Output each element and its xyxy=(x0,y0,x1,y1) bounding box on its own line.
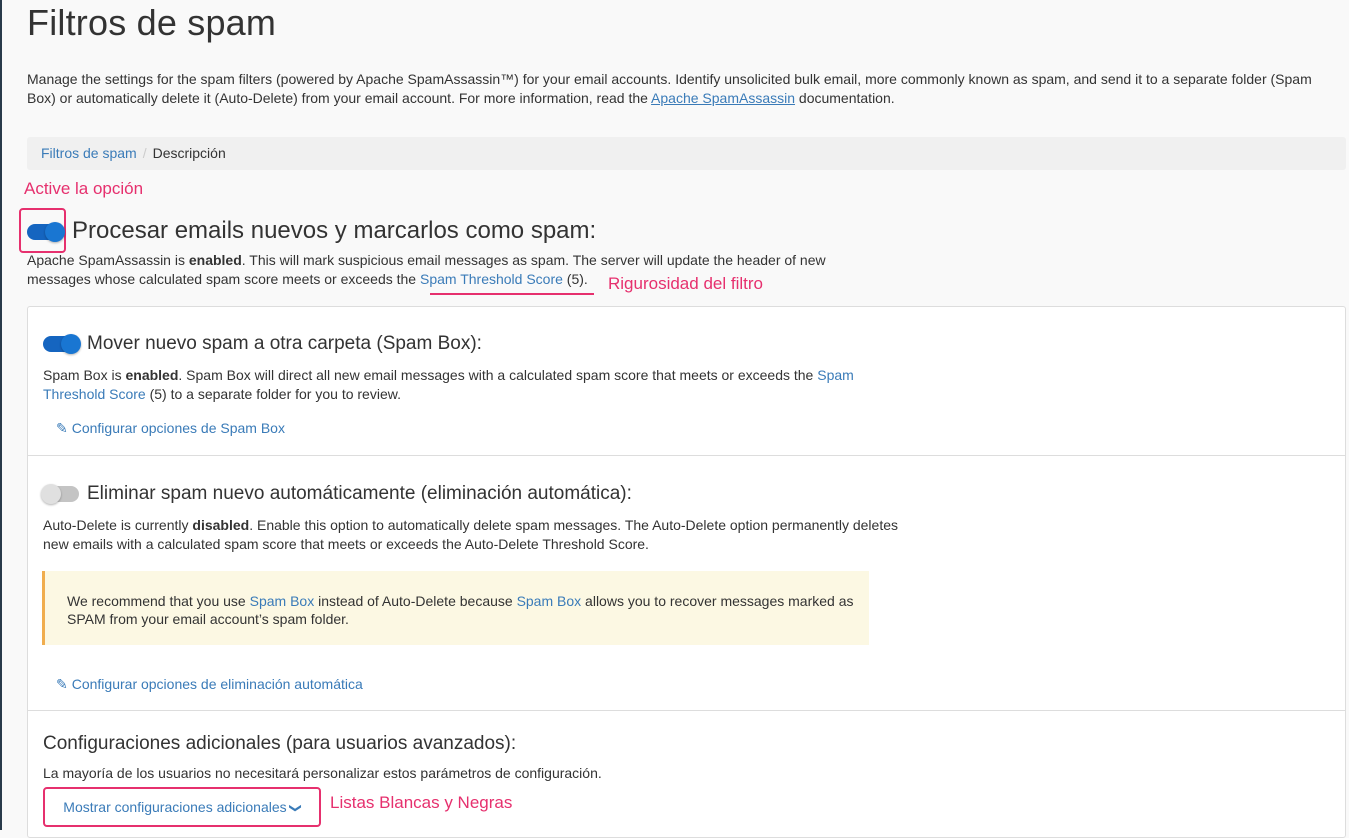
spamassassin-doc-link[interactable]: Apache SpamAssassin xyxy=(651,90,795,106)
annotation-strictness: Rigurosidad del filtro xyxy=(608,274,763,293)
process-spam-toggle[interactable] xyxy=(27,222,65,242)
breadcrumb-current: Descripción xyxy=(152,145,226,161)
spambox-desc-text-3: (5) to a separate folder for you to revi… xyxy=(145,386,401,402)
autodelete-status: disabled xyxy=(192,517,250,533)
breadcrumb: Filtros de spam / Descripción xyxy=(27,137,1346,170)
spambox-desc-text: Spam Box is xyxy=(43,367,126,383)
page-intro: Manage the settings for the spam filters… xyxy=(27,70,1337,108)
spambox-desc-text-2: . Spam Box will direct all new email mes… xyxy=(178,367,818,383)
spambox-section: Mover nuevo spam a otra carpeta (Spam Bo… xyxy=(28,307,1345,455)
warning-text-1: We recommend that you use xyxy=(67,593,250,609)
autodelete-toggle[interactable] xyxy=(41,484,79,504)
configure-spambox-link[interactable]: ✎ Configurar opciones de Spam Box xyxy=(56,420,285,437)
autodelete-section: Eliminar spam nuevo automáticamente (eli… xyxy=(28,455,1345,711)
configure-autodelete-link[interactable]: ✎ Configurar opciones de eliminación auto… xyxy=(56,676,363,693)
spambox-toggle[interactable] xyxy=(43,334,81,354)
spam-options-panel: Mover nuevo spam a otra carpeta (Spam Bo… xyxy=(27,306,1346,838)
warning-spambox-link-1[interactable]: Spam Box xyxy=(250,593,315,609)
intro-text-end: documentation. xyxy=(795,90,895,106)
show-advanced-label: Mostrar configuraciones adicionales xyxy=(63,799,287,815)
process-status: enabled xyxy=(188,252,242,268)
warning-spambox-link-2[interactable]: Spam Box xyxy=(517,593,582,609)
autodelete-description: Auto-Delete is currently disabled. Enabl… xyxy=(43,516,903,554)
left-edge-bar xyxy=(0,0,2,830)
breadcrumb-separator: / xyxy=(142,145,147,161)
pencil-icon: ✎ xyxy=(56,676,68,692)
spam-threshold-score-link[interactable]: Spam Threshold Score xyxy=(420,271,563,287)
warning-text: We recommend that you use Spam Box inste… xyxy=(67,592,867,628)
page-title: Filtros de spam xyxy=(27,2,277,43)
autodelete-title: Eliminar spam nuevo automáticamente (eli… xyxy=(87,483,632,504)
toggle-knob xyxy=(45,222,65,242)
spambox-description: Spam Box is enabled. Spam Box will direc… xyxy=(43,366,903,404)
autodelete-warning: We recommend that you use Spam Box inste… xyxy=(42,571,869,645)
chevron-down-icon: ❯ xyxy=(288,802,303,814)
process-desc-text-3: (5). xyxy=(562,271,588,287)
advanced-title: Configuraciones adicionales (para usuari… xyxy=(43,733,517,754)
spambox-title: Mover nuevo spam a otra carpeta (Spam Bo… xyxy=(87,333,482,354)
warning-text-2: instead of Auto-Delete because xyxy=(314,593,517,609)
autodelete-desc-text: Auto-Delete is currently xyxy=(43,517,193,533)
pencil-icon: ✎ xyxy=(56,420,68,436)
breadcrumb-spam-filters[interactable]: Filtros de spam xyxy=(41,145,137,161)
configure-autodelete-label: Configurar opciones de eliminación autom… xyxy=(71,676,363,692)
show-advanced-settings-button[interactable]: Mostrar configuraciones adicionales ❯ xyxy=(43,787,321,827)
annotation-underline xyxy=(430,293,594,295)
advanced-description: La mayoría de los usuarios no necesitará… xyxy=(43,765,602,781)
spambox-status: enabled xyxy=(125,367,179,383)
process-spam-title: Procesar emails nuevos y marcarlos como … xyxy=(72,217,597,244)
toggle-knob xyxy=(61,334,81,354)
configure-spambox-label: Configurar opciones de Spam Box xyxy=(71,420,285,436)
annotation-lists: Listas Blancas y Negras xyxy=(330,793,513,812)
toggle-knob xyxy=(41,484,61,504)
process-desc-text: Apache SpamAssassin is xyxy=(27,252,189,268)
annotation-activate: Active la opción xyxy=(24,179,144,198)
